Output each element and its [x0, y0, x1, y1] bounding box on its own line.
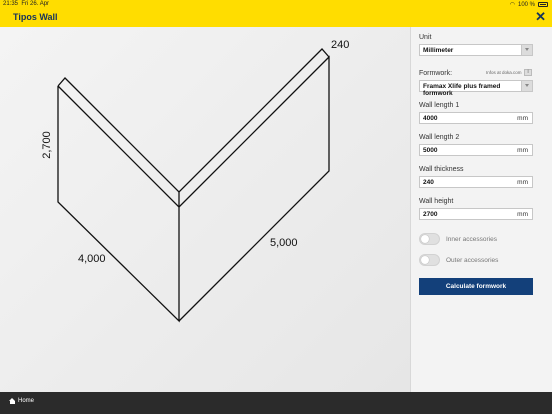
battery-text: 100 %	[517, 1, 535, 8]
outer-accessories-toggle[interactable]	[419, 254, 440, 266]
wall-thickness-input[interactable]: 240 mm	[419, 176, 533, 188]
status-bar: 21:35 Fri 26. Apr ◠ 100 %	[0, 0, 552, 9]
wall-length-1-value: 4000	[423, 115, 438, 122]
formwork-value: Framax Xlife plus framed formwork	[423, 83, 501, 97]
dim-length-2: 5,000	[270, 237, 298, 249]
wall-height-input[interactable]: 2700 mm	[419, 208, 533, 220]
dim-length-1: 4,000	[78, 253, 106, 265]
wall-length-1-input[interactable]: 4000 mm	[419, 112, 533, 124]
formwork-info-link[interactable]: Infos at doka.com	[486, 70, 522, 75]
wall-thickness-unit: mm	[517, 179, 528, 186]
chevron-down-icon	[521, 81, 532, 91]
home-icon	[9, 398, 16, 404]
inner-accessories-row: Inner accessories	[419, 232, 497, 246]
wall-thickness-value: 240	[423, 179, 434, 186]
wall-top-outer	[57, 48, 330, 193]
calculate-formwork-button[interactable]: Calculate formwork	[419, 278, 533, 295]
wall-length-2-label: Wall length 2	[419, 134, 460, 141]
wall-length-1-unit: mm	[517, 115, 528, 122]
dim-height: 2,700	[41, 131, 53, 159]
wall-height-unit: mm	[517, 211, 528, 218]
status-right: ◠ 100 %	[510, 1, 548, 8]
wall-length-2-value: 5000	[423, 147, 438, 154]
bottom-bar: Home	[0, 392, 552, 414]
chevron-down-icon	[521, 45, 532, 55]
settings-panel: Unit Millimeter Formwork: Infos at doka.…	[410, 27, 552, 392]
home-label: Home	[18, 398, 35, 404]
close-icon[interactable]: ✕	[535, 10, 546, 24]
wall-height-value: 2700	[423, 211, 438, 218]
wifi-icon: ◠	[509, 2, 515, 8]
formwork-select[interactable]: Framax Xlife plus framed formwork	[419, 80, 533, 97]
formwork-label: Formwork:	[419, 70, 453, 77]
wall-length-1-label: Wall length 1	[419, 102, 460, 109]
dim-thickness: 240	[331, 39, 349, 51]
unit-select[interactable]: Millimeter	[419, 44, 533, 56]
outer-accessories-row: Outer accessories	[419, 253, 498, 267]
status-time-date: 21:35 Fri 26. Apr	[3, 1, 50, 7]
info-icon[interactable]: i	[524, 69, 532, 76]
wall-height-label: Wall height	[419, 198, 454, 205]
home-button[interactable]: Home	[9, 398, 34, 404]
page-title: Tipos Wall	[13, 12, 58, 22]
unit-value: Millimeter	[423, 47, 454, 54]
wall-thickness-label: Wall thickness	[419, 166, 464, 173]
inner-accessories-label: Inner accessories	[446, 235, 497, 243]
outer-accessories-label: Outer accessories	[446, 256, 499, 264]
wall-drawing: 240 2,700 4,000 5,000	[0, 27, 410, 392]
wall-length-2-unit: mm	[517, 147, 528, 154]
wall-length-2-input[interactable]: 5000 mm	[419, 144, 533, 156]
inner-accessories-toggle[interactable]	[419, 233, 440, 245]
wall-face-left	[57, 85, 180, 323]
title-bar: Tipos Wall ✕	[0, 9, 552, 27]
unit-label: Unit	[419, 34, 432, 41]
wall-face-right	[178, 55, 330, 322]
wall-diagram: 240 2,700 4,000 5,000	[41, 39, 349, 323]
battery-icon	[538, 2, 548, 7]
